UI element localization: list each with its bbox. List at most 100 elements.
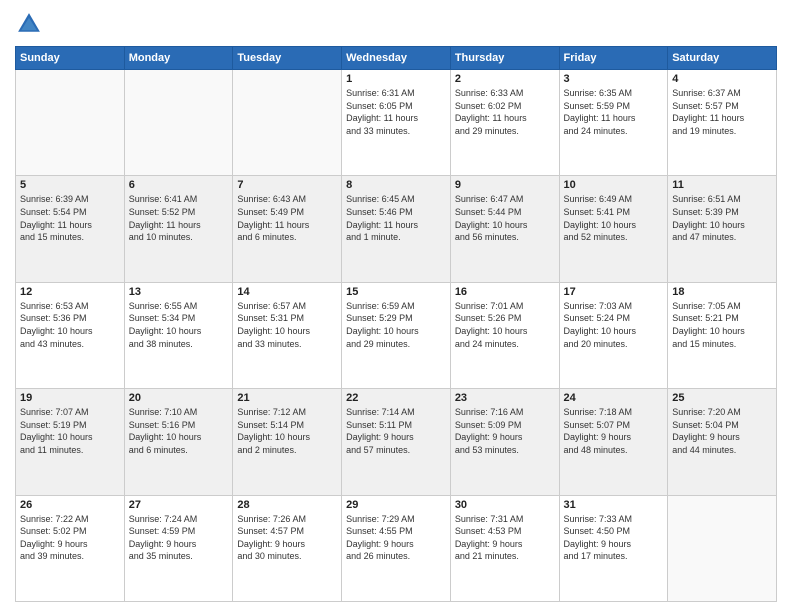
day-number: 3 [564,73,664,85]
calendar-day-cell: 31 Sunrise: 7:33 AM Sunset: 4:50 PM Dayli… [559,495,668,601]
weekday-header-wednesday: Wednesday [342,47,451,70]
logo-icon [15,10,43,38]
calendar-week-row: 26 Sunrise: 7:22 AM Sunset: 5:02 PM Dayli… [16,495,777,601]
day-number: 13 [129,286,229,298]
calendar-day-cell: 2 Sunrise: 6:33 AM Sunset: 6:02 PM Daylig… [450,70,559,176]
day-number: 16 [455,286,555,298]
calendar-day-cell: 9 Sunrise: 6:47 AM Sunset: 5:44 PM Daylig… [450,176,559,282]
calendar-day-cell: 29 Sunrise: 7:29 AM Sunset: 4:55 PM Dayli… [342,495,451,601]
calendar-day-cell: 1 Sunrise: 6:31 AM Sunset: 6:05 PM Daylig… [342,70,451,176]
day-info: Sunrise: 7:05 AM Sunset: 5:21 PM Dayligh… [672,300,772,350]
day-info: Sunrise: 7:10 AM Sunset: 5:16 PM Dayligh… [129,406,229,456]
day-number: 21 [237,392,337,404]
day-info: Sunrise: 7:31 AM Sunset: 4:53 PM Dayligh… [455,513,555,563]
day-info: Sunrise: 6:49 AM Sunset: 5:41 PM Dayligh… [564,193,664,243]
calendar-day-cell [668,495,777,601]
day-number: 2 [455,73,555,85]
day-info: Sunrise: 6:51 AM Sunset: 5:39 PM Dayligh… [672,193,772,243]
calendar-day-cell: 27Sunrise: 7:24 AM Sunset: 4:59 PM Dayli… [124,495,233,601]
day-info: Sunrise: 7:24 AM Sunset: 4:59 PM Dayligh… [129,513,229,563]
calendar-day-cell: 4 Sunrise: 6:37 AM Sunset: 5:57 PM Daylig… [668,70,777,176]
day-number: 6 [129,179,229,191]
day-number: 12 [20,286,120,298]
day-number: 22 [346,392,446,404]
day-info: Sunrise: 6:55 AM Sunset: 5:34 PM Dayligh… [129,300,229,350]
calendar-day-cell: 19 Sunrise: 7:07 AM Sunset: 5:19 PM Dayli… [16,389,125,495]
day-number: 25 [672,392,772,404]
day-number: 14 [237,286,337,298]
weekday-header-thursday: Thursday [450,47,559,70]
calendar-week-row: 1 Sunrise: 6:31 AM Sunset: 6:05 PM Daylig… [16,70,777,176]
calendar-day-cell: 6 Sunrise: 6:41 AM Sunset: 5:52 PM Daylig… [124,176,233,282]
day-number: 26 [20,499,120,511]
day-number: 24 [564,392,664,404]
weekday-header-saturday: Saturday [668,47,777,70]
calendar-day-cell: 22 Sunrise: 7:14 AM Sunset: 5:11 PM Dayli… [342,389,451,495]
calendar-day-cell: 25 Sunrise: 7:20 AM Sunset: 5:04 PM Dayli… [668,389,777,495]
calendar-day-cell: 8Sunrise: 6:45 AM Sunset: 5:46 PM Daylig… [342,176,451,282]
day-number: 28 [237,499,337,511]
day-number: 31 [564,499,664,511]
calendar-week-row: 5Sunrise: 6:39 AM Sunset: 5:54 PM Daylig… [16,176,777,282]
day-info: Sunrise: 7:29 AM Sunset: 4:55 PM Dayligh… [346,513,446,563]
weekday-header-row: SundayMondayTuesdayWednesdayThursdayFrid… [16,47,777,70]
day-number: 29 [346,499,446,511]
day-info: Sunrise: 7:12 AM Sunset: 5:14 PM Dayligh… [237,406,337,456]
calendar-day-cell: 26 Sunrise: 7:22 AM Sunset: 5:02 PM Dayli… [16,495,125,601]
day-info: Sunrise: 7:22 AM Sunset: 5:02 PM Dayligh… [20,513,120,563]
day-info: Sunrise: 7:33 AM Sunset: 4:50 PM Dayligh… [564,513,664,563]
day-number: 30 [455,499,555,511]
day-info: Sunrise: 6:45 AM Sunset: 5:46 PM Dayligh… [346,193,446,243]
calendar-day-cell: 30 Sunrise: 7:31 AM Sunset: 4:53 PM Dayli… [450,495,559,601]
day-number: 19 [20,392,120,404]
day-number: 17 [564,286,664,298]
calendar-day-cell: 15 Sunrise: 6:59 AM Sunset: 5:29 PM Dayli… [342,282,451,388]
weekday-header-tuesday: Tuesday [233,47,342,70]
calendar-day-cell: 21 Sunrise: 7:12 AM Sunset: 5:14 PM Dayli… [233,389,342,495]
day-number: 18 [672,286,772,298]
day-info: Sunrise: 7:20 AM Sunset: 5:04 PM Dayligh… [672,406,772,456]
header [15,10,777,38]
day-info: Sunrise: 6:47 AM Sunset: 5:44 PM Dayligh… [455,193,555,243]
day-number: 20 [129,392,229,404]
day-info: Sunrise: 6:59 AM Sunset: 5:29 PM Dayligh… [346,300,446,350]
calendar-week-row: 19 Sunrise: 7:07 AM Sunset: 5:19 PM Dayli… [16,389,777,495]
day-number: 9 [455,179,555,191]
calendar-day-cell: 14 Sunrise: 6:57 AM Sunset: 5:31 PM Dayli… [233,282,342,388]
calendar-day-cell [124,70,233,176]
day-info: Sunrise: 6:37 AM Sunset: 5:57 PM Dayligh… [672,87,772,137]
day-number: 4 [672,73,772,85]
day-info: Sunrise: 6:41 AM Sunset: 5:52 PM Dayligh… [129,193,229,243]
day-number: 7 [237,179,337,191]
day-info: Sunrise: 6:57 AM Sunset: 5:31 PM Dayligh… [237,300,337,350]
day-info: Sunrise: 6:31 AM Sunset: 6:05 PM Dayligh… [346,87,446,137]
calendar-day-cell: 5Sunrise: 6:39 AM Sunset: 5:54 PM Daylig… [16,176,125,282]
calendar-week-row: 12 Sunrise: 6:53 AM Sunset: 5:36 PM Dayli… [16,282,777,388]
calendar-day-cell: 28 Sunrise: 7:26 AM Sunset: 4:57 PM Dayli… [233,495,342,601]
calendar-day-cell [233,70,342,176]
day-info: Sunrise: 6:33 AM Sunset: 6:02 PM Dayligh… [455,87,555,137]
calendar-day-cell: 12 Sunrise: 6:53 AM Sunset: 5:36 PM Dayli… [16,282,125,388]
day-number: 10 [564,179,664,191]
calendar-day-cell: 20 Sunrise: 7:10 AM Sunset: 5:16 PM Dayli… [124,389,233,495]
day-number: 15 [346,286,446,298]
weekday-header-sunday: Sunday [16,47,125,70]
day-number: 23 [455,392,555,404]
day-number: 11 [672,179,772,191]
calendar-day-cell: 18 Sunrise: 7:05 AM Sunset: 5:21 PM Dayli… [668,282,777,388]
day-number: 1 [346,73,446,85]
day-info: Sunrise: 7:03 AM Sunset: 5:24 PM Dayligh… [564,300,664,350]
weekday-header-monday: Monday [124,47,233,70]
day-info: Sunrise: 6:53 AM Sunset: 5:36 PM Dayligh… [20,300,120,350]
day-info: Sunrise: 7:07 AM Sunset: 5:19 PM Dayligh… [20,406,120,456]
day-info: Sunrise: 7:16 AM Sunset: 5:09 PM Dayligh… [455,406,555,456]
calendar-day-cell: 3 Sunrise: 6:35 AM Sunset: 5:59 PM Daylig… [559,70,668,176]
calendar-day-cell: 24Sunrise: 7:18 AM Sunset: 5:07 PM Dayli… [559,389,668,495]
weekday-header-friday: Friday [559,47,668,70]
day-info: Sunrise: 6:39 AM Sunset: 5:54 PM Dayligh… [20,193,120,243]
day-info: Sunrise: 7:26 AM Sunset: 4:57 PM Dayligh… [237,513,337,563]
day-info: Sunrise: 7:14 AM Sunset: 5:11 PM Dayligh… [346,406,446,456]
calendar-day-cell: 23 Sunrise: 7:16 AM Sunset: 5:09 PM Dayli… [450,389,559,495]
day-info: Sunrise: 6:35 AM Sunset: 5:59 PM Dayligh… [564,87,664,137]
calendar-day-cell: 10 Sunrise: 6:49 AM Sunset: 5:41 PM Dayli… [559,176,668,282]
